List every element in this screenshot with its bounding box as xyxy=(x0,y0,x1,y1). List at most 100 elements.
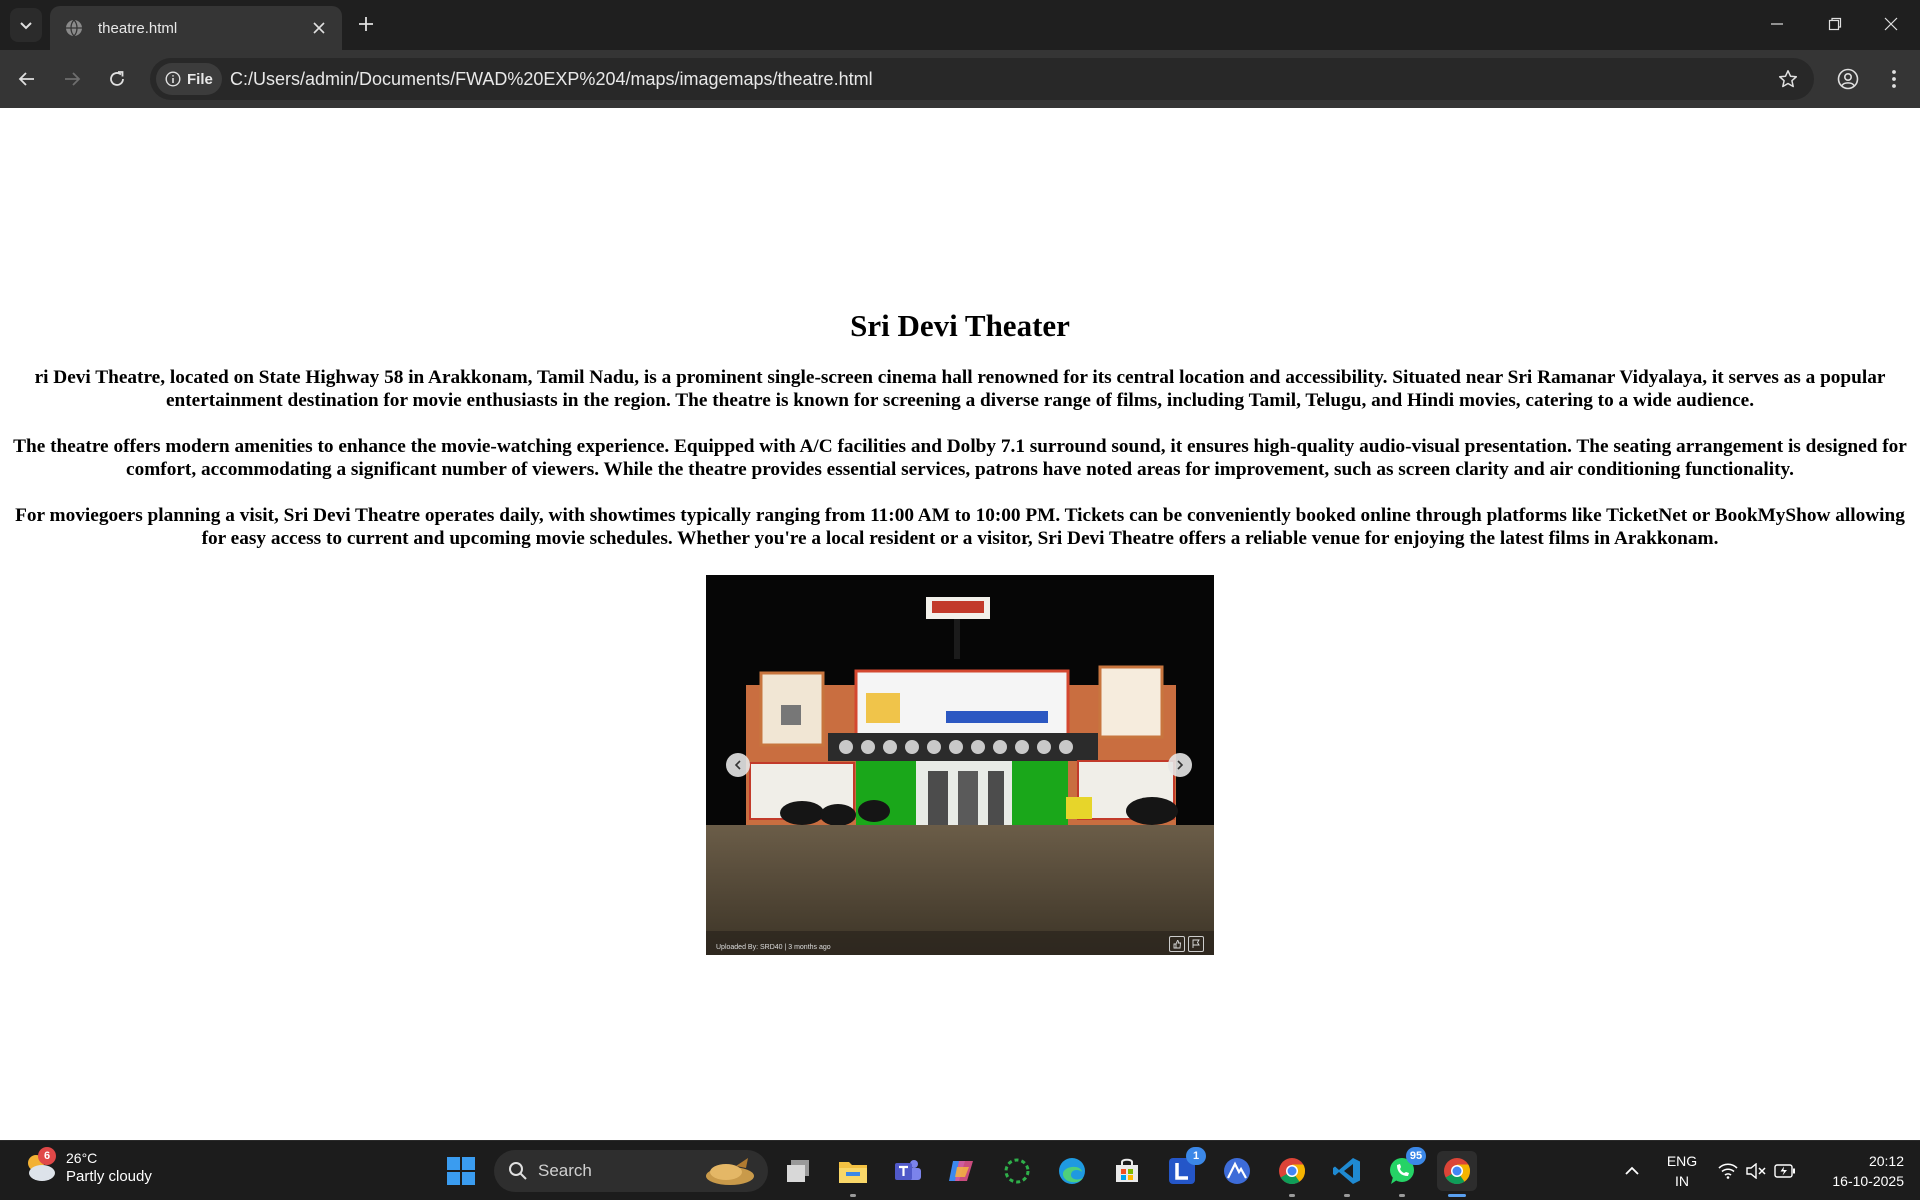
lens-app-button[interactable]: 1 xyxy=(1162,1147,1206,1191)
close-tab-icon[interactable] xyxy=(308,17,330,39)
store-button[interactable] xyxy=(1107,1151,1147,1191)
task-view-icon xyxy=(787,1160,809,1182)
task-view-button[interactable] xyxy=(778,1151,818,1191)
running-indicator xyxy=(1344,1194,1350,1197)
chevron-right-icon xyxy=(1177,760,1184,770)
forward-button[interactable] xyxy=(55,62,89,96)
vscode-icon xyxy=(1333,1158,1360,1184)
close-window-button[interactable] xyxy=(1862,0,1920,48)
search-label: Search xyxy=(538,1161,592,1180)
tab-search-button[interactable] xyxy=(10,8,42,42)
page-title: Sri Devi Theater xyxy=(850,308,1070,343)
paragraph-location: ri Devi Theatre, located on State Highwa… xyxy=(34,367,1886,411)
security-chip-label: File xyxy=(187,70,213,88)
running-indicator xyxy=(850,1194,856,1197)
search-highlight-illustration-icon xyxy=(706,1158,754,1185)
teams-icon xyxy=(895,1160,921,1180)
edge-icon xyxy=(1059,1158,1085,1184)
theatre-building-image xyxy=(706,575,1214,955)
taskbar-search[interactable]: Search xyxy=(494,1150,768,1192)
weather-widget[interactable]: 6 26°C Partly cloudy xyxy=(22,1147,152,1185)
copilot-button[interactable] xyxy=(942,1151,982,1191)
arrow-left-icon xyxy=(18,72,34,86)
weather-badge: 6 xyxy=(38,1147,56,1165)
chrome-icon xyxy=(1444,1158,1471,1185)
tab-title: theatre.html xyxy=(98,19,178,37)
web-page-content: Sri Devi Theater ri Devi Theatre, locate… xyxy=(0,108,1920,1140)
clock-date: 16-10-2025 xyxy=(1832,1173,1904,1189)
restore-icon xyxy=(1828,17,1842,31)
spinner-icon xyxy=(1004,1158,1030,1184)
search-icon xyxy=(509,1162,527,1180)
copilot-icon xyxy=(949,1161,973,1181)
running-indicator xyxy=(1399,1194,1405,1197)
windows-logo-icon xyxy=(447,1157,475,1185)
edge-button[interactable] xyxy=(1052,1151,1092,1191)
address-bar[interactable]: File C:/Users/admin/Documents/FWAD%20EXP… xyxy=(150,58,1814,100)
wifi-icon[interactable] xyxy=(1716,1141,1740,1200)
reload-icon xyxy=(110,71,124,86)
whatsapp-button[interactable]: 95 xyxy=(1382,1147,1426,1197)
info-icon xyxy=(165,71,181,87)
carousel-prev-button[interactable] xyxy=(726,753,750,777)
lens-notification-badge: 1 xyxy=(1186,1147,1206,1165)
vscode-button[interactable] xyxy=(1327,1151,1367,1197)
partly-cloudy-icon: 6 xyxy=(22,1147,58,1185)
browser-toolbar: File C:/Users/admin/Documents/FWAD%20EXP… xyxy=(0,50,1920,108)
carousel-next-button[interactable] xyxy=(1168,753,1192,777)
paragraph-visit: For moviegoers planning a visit, Sri Dev… xyxy=(15,505,1905,549)
region-code: IN xyxy=(1675,1173,1689,1189)
chrome-button[interactable] xyxy=(1272,1151,1312,1197)
tab-theatre[interactable]: theatre.html xyxy=(50,6,342,50)
battery-icon[interactable] xyxy=(1772,1141,1798,1200)
url-text[interactable]: C:/Users/admin/Documents/FWAD%20EXP%204/… xyxy=(230,69,873,90)
mountain-a-icon xyxy=(1224,1158,1250,1184)
description-text: ri Devi Theatre, located on State Highwa… xyxy=(12,366,1908,573)
profile-avatar-icon[interactable] xyxy=(1832,63,1864,95)
clock-time: 20:12 xyxy=(1868,1153,1904,1169)
language-code: ENG xyxy=(1666,1153,1698,1169)
weather-description: Partly cloudy xyxy=(66,1167,152,1185)
browser-tab-bar: theatre.html xyxy=(0,0,1920,50)
folder-icon xyxy=(839,1162,867,1183)
new-tab-button[interactable] xyxy=(354,12,378,36)
chrome-active-button[interactable] xyxy=(1437,1151,1477,1197)
reload-button[interactable] xyxy=(100,62,134,96)
back-button[interactable] xyxy=(10,62,44,96)
thumbs-up-icon[interactable] xyxy=(1169,936,1185,952)
teams-button[interactable] xyxy=(887,1151,927,1191)
running-indicator xyxy=(1289,1194,1295,1197)
theatre-photo[interactable]: Uploaded By: SRD40 | 3 months ago xyxy=(706,575,1214,955)
show-hidden-icons-button[interactable] xyxy=(1620,1141,1644,1200)
globe-icon xyxy=(64,18,84,38)
minimize-icon xyxy=(1771,23,1783,25)
chevron-up-icon xyxy=(1625,1166,1639,1175)
more-menu-icon[interactable] xyxy=(1880,63,1908,95)
system-clock[interactable]: 20:12 16-10-2025 xyxy=(1832,1151,1904,1191)
close-icon xyxy=(1884,17,1898,31)
plus-icon xyxy=(359,17,373,31)
start-button[interactable] xyxy=(441,1151,481,1191)
chevron-down-icon xyxy=(20,22,32,30)
photo-actions xyxy=(1169,936,1204,952)
flag-icon[interactable] xyxy=(1188,936,1204,952)
paragraph-amenities: The theatre offers modern amenities to e… xyxy=(13,436,1907,480)
restore-button[interactable] xyxy=(1806,0,1864,48)
file-explorer-button[interactable] xyxy=(833,1151,873,1197)
windows-taskbar: 6 26°C Partly cloudy Search 1 95 ENG IN … xyxy=(0,1140,1920,1200)
chevron-left-icon xyxy=(734,760,741,770)
minimize-button[interactable] xyxy=(1748,0,1806,48)
store-icon xyxy=(1116,1158,1138,1182)
active-indicator xyxy=(1448,1194,1466,1197)
arrow-right-icon xyxy=(65,72,81,86)
weather-temperature: 26°C xyxy=(66,1149,98,1166)
bookmark-star-icon[interactable] xyxy=(1776,67,1800,91)
whatsapp-notification-badge: 95 xyxy=(1406,1147,1426,1165)
site-info-chip[interactable]: File xyxy=(156,63,222,95)
language-indicator[interactable]: ENG IN xyxy=(1662,1151,1702,1191)
chrome-icon xyxy=(1279,1158,1306,1185)
app-a-button[interactable] xyxy=(1217,1151,1257,1191)
loading-app-button[interactable] xyxy=(997,1151,1037,1191)
volume-muted-icon[interactable] xyxy=(1744,1141,1768,1200)
photo-caption: Uploaded By: SRD40 | 3 months ago xyxy=(716,944,831,951)
